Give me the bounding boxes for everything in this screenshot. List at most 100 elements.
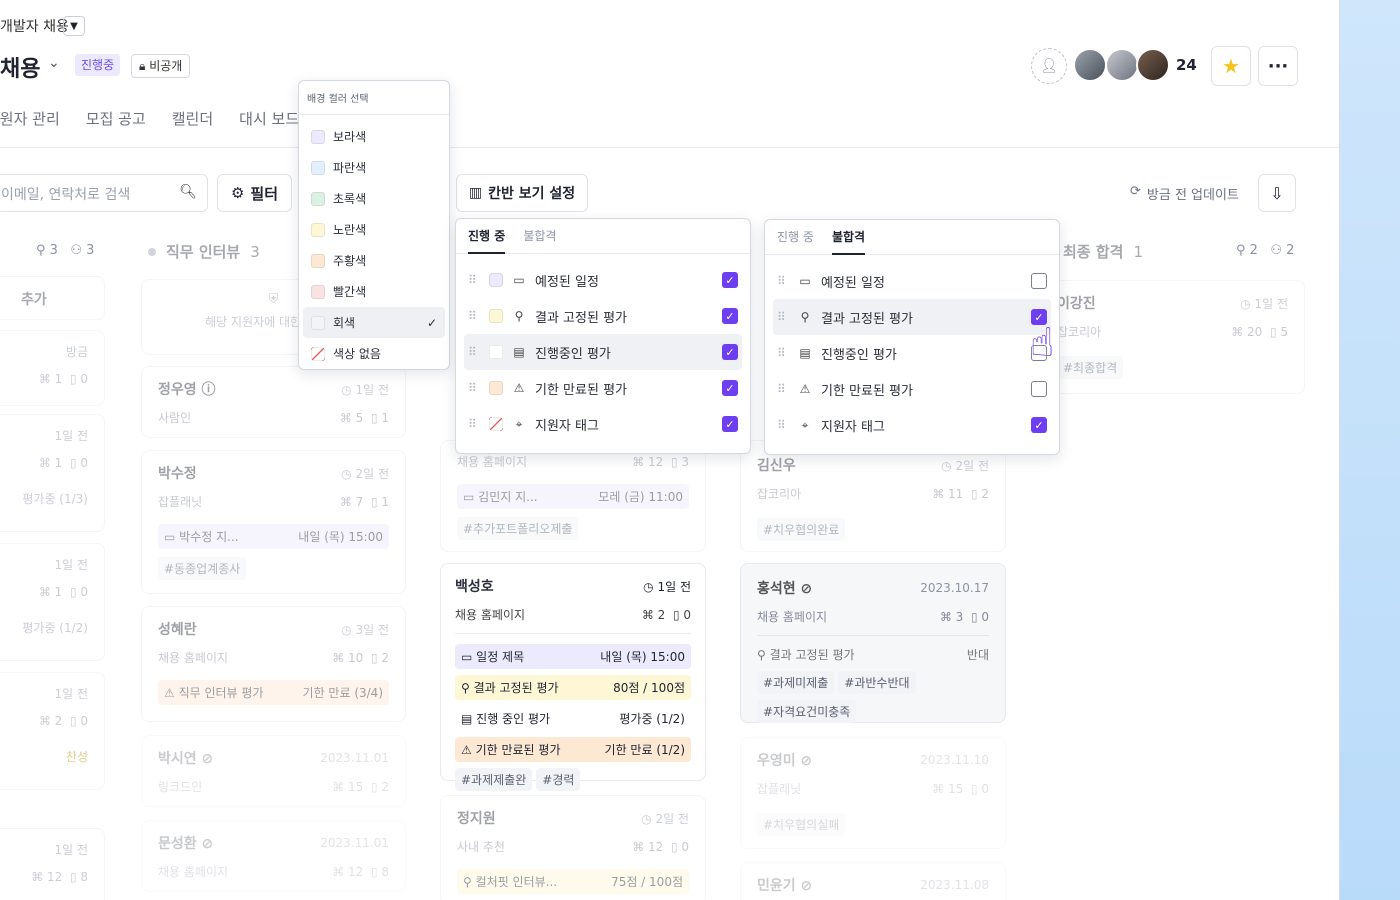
ongoing-eval-row[interactable]: ▤ 진행 중인 평가 평가중 (1/2) (455, 706, 691, 731)
applicant-card[interactable]: 박시연 ⊘ 2023.11.01 링크드인 ⌘ 15 ▯ 2 (141, 735, 406, 807)
app-window: 개발자 채용 ▼ 채용 ⌄ 진행중 🔒︎ 비공개 👤︎ 24 ★ ··· 지원자… (0, 0, 1340, 900)
column-count: 3 (250, 242, 260, 261)
lock-icon: 🔒︎ (139, 59, 146, 73)
column-header: 직무 인터뷰 3 (148, 241, 260, 262)
project-name: 개발자 채용 (0, 19, 69, 35)
add-applicant-button[interactable]: 추가 (0, 276, 105, 320)
color-picker-popup: 배경 컬러 선택 보라색 파란색 초록색 노란색 주황색 빨간색 회색 ✓ 색상 … (298, 80, 450, 370)
kanban-icon: ▥ (468, 185, 483, 201)
checkbox[interactable] (1031, 273, 1047, 289)
tab-applicants[interactable]: 지원자 관리 (0, 108, 60, 129)
fixed-eval-row[interactable]: ⚲ 결과 고정된 평가 80점 / 100점 (455, 675, 691, 700)
more-options-button[interactable]: ··· (1258, 46, 1298, 86)
applicant-card[interactable]: 1일 전 ⌘ 1 ▯ 0 평가중 (1/2) (0, 543, 105, 661)
applicant-card[interactable]: 1일 전 ⌘ 1 ▯ 0 평가중 (1/3) (0, 414, 105, 532)
tab-job-posting[interactable]: 모집 공고 (86, 108, 146, 129)
filter-button[interactable]: ⚙︎ 필터 (217, 174, 292, 212)
visibility-badge[interactable]: 🔒︎ 비공개 (131, 54, 191, 78)
chevron-down-icon[interactable]: ⌄ (48, 55, 60, 71)
popup-title: 배경 컬러 선택 (299, 81, 449, 115)
color-option-purple[interactable]: 보라색 (299, 121, 449, 152)
color-option-green[interactable]: 초록색 (299, 183, 449, 214)
update-status[interactable]: ⟳ 방금 전 업데이트 (1130, 184, 1239, 203)
checkbox[interactable] (1031, 381, 1047, 397)
divider (0, 147, 1339, 148)
kanban-settings-popup-rejected: 진행 중 불합격 ⠿ ▭ 예정된 일정 ⠿ ⚲ 결과 고정된 평가 ✓ ⠿ ▤ 진행중인 평가… (764, 219, 1060, 455)
color-option-red[interactable]: 빨간색 (299, 276, 449, 307)
search-icon: 🔍︎ (179, 184, 197, 200)
hand-cursor-icon: ☝ (1030, 320, 1055, 366)
kanban-settings-button[interactable]: ▥ 칸반 보기 설정 (456, 174, 588, 212)
download-button[interactable]: ⇩ (1258, 174, 1296, 212)
setting-row-fixed-eval[interactable]: ⠿ ⚲ 결과 고정된 평가 ✓ (456, 298, 750, 334)
applicant-card[interactable]: 성혜란 ◷ 3일 전 채용 홈페이지 ⌘ 10 ▯ 2 ⚠ 직무 인터뷰 평가 기한 … (141, 606, 406, 722)
tab-rejected[interactable]: 불합격 (523, 219, 556, 254)
applicant-card[interactable]: 홍석현 ⊘ 2023.10.17 채용 홈페이지 ⌘ 3 ▯ 0 ⚲ 결과 고정된 … (740, 563, 1006, 723)
caret-down-icon: ▼ (70, 20, 78, 32)
checkbox[interactable]: ✓ (722, 308, 738, 324)
applicant-card[interactable]: 1일 전 ⌘ 2 ▯ 0 찬성 (0, 672, 105, 790)
tab-dashboard[interactable]: 대시 보드 (239, 108, 299, 129)
setting-row-tags[interactable]: ⠿ ⌖ 지원자 태그 ✓ (765, 407, 1059, 443)
setting-row-expired-eval[interactable]: ⠿ ⚠ 기한 만료된 평가 ✓ (456, 370, 750, 406)
setting-row-ongoing-eval[interactable]: ⠿ ▤ 진행중인 평가 (765, 335, 1059, 371)
color-option-yellow[interactable]: 노란색 (299, 214, 449, 245)
column-header: 최종 합격 1 (1063, 241, 1143, 262)
checkbox[interactable]: ✓ (722, 272, 738, 288)
column-stats: ⚲ 3 ⚇ 3 (36, 243, 95, 258)
kanban-settings-popup-in-progress: 진행 중 불합격 ⠿ ▭ 예정된 일정 ✓ ⠿ ⚲ 결과 고정된 평가 ✓ ⠿ ▤ 진행중인 평… (455, 218, 751, 454)
member-count: 24 (1176, 56, 1197, 74)
side-panel (1340, 0, 1400, 900)
schedule-row[interactable]: ▭ 일정 제목 내일 (목) 15:00 (455, 644, 691, 669)
avatar[interactable] (1136, 48, 1170, 82)
visibility-label: 비공개 (149, 59, 183, 73)
add-person-icon: 👤︎ (1040, 58, 1058, 74)
checkbox[interactable]: ✓ (722, 344, 738, 360)
applicant-card[interactable]: 채용 홈페이지 ⌘ 12 ▯ 3 ▭ 김민지 지... 모레 (금) 11:00 #… (440, 440, 706, 552)
applicant-card[interactable]: 문성환 ⊘ 2023.11.01 채용 홈페이지 ⌘ 12 ▯ 8 (141, 820, 406, 892)
applicant-card[interactable]: 정지원 ◷ 2일 전 사내 추천 ⌘ 12 ▯ 0 ⚲ 컬처핏 인터뷰... 75점 … (440, 795, 706, 900)
color-option-none[interactable]: 색상 없음 (299, 338, 449, 369)
page-title: 채용 (0, 57, 41, 82)
setting-row-scheduled[interactable]: ⠿ ▭ 예정된 일정 ✓ (456, 262, 750, 298)
applicant-card[interactable]: 이강진 ◷ 1일 전 잡코리아 ⌘ 20 ▯ 5 #최종합격 (1040, 280, 1305, 394)
applicant-card[interactable]: 정우영 ⓘ ◷ 1일 전 사람인 ⌘ 5 ▯ 1 (141, 366, 406, 438)
setting-row-fixed-eval[interactable]: ⠿ ⚲ 결과 고정된 평가 ✓ (773, 299, 1051, 335)
applicant-card[interactable]: 1일 전 ⌘ 12 ▯ 8 (0, 828, 105, 900)
color-option-gray[interactable]: 회색 ✓ (303, 307, 445, 338)
status-badge: 진행중 (75, 54, 121, 76)
checkbox[interactable]: ✓ (722, 416, 738, 432)
avatar[interactable] (1073, 48, 1107, 82)
avatar[interactable] (1105, 48, 1139, 82)
applicant-card[interactable]: 백성호 ◷ 1일 전 채용 홈페이지 ⌘ 2 ▯ 0 ▭ 일정 제목 내일 (목) 1… (440, 563, 706, 791)
applicant-card[interactable]: 방금 ⌘ 1 ▯ 0 (0, 330, 105, 406)
search-input[interactable]: 이메일, 연락처로 검색 🔍︎ (0, 174, 208, 212)
applicant-card[interactable]: 김신우 ◷ 2일 전 잡코리아 ⌘ 11 ▯ 2 #치우협의완료 (740, 440, 1006, 552)
applicant-card[interactable]: 박수정 ◷ 2일 전 잡플래닛 ⌘ 7 ▯ 1 ▭ 박수정 지... 내일 (목) 1… (141, 450, 406, 594)
column-title: 최종 합격 (1063, 243, 1124, 261)
column-count: 1 (1133, 242, 1143, 261)
checkbox[interactable]: ✓ (722, 380, 738, 396)
applicant-card[interactable]: 우영미 ⊘ 2023.11.10 잡플래닛 ⌘ 15 ▯ 0 #치우협의실패 (740, 737, 1006, 849)
project-dropdown-button[interactable]: ▼ (63, 16, 85, 36)
refresh-icon: ⟳ (1130, 184, 1141, 199)
favorite-button[interactable]: ★ (1211, 46, 1251, 86)
setting-row-ongoing-eval[interactable]: ⠿ ▤ 진행중인 평가 ✓ (464, 334, 742, 370)
invite-member-button[interactable]: 👤︎ (1031, 48, 1067, 84)
tab-in-progress[interactable]: 진행 중 (777, 220, 814, 255)
tab-calendar[interactable]: 캘린더 (172, 108, 213, 129)
main-tabs: 지원자 관리 모집 공고 캘린더 대시 보드 (0, 108, 299, 129)
expired-eval-row[interactable]: ⚠ 기한 만료된 평가 기한 만료 (1/2) (455, 737, 691, 762)
color-option-blue[interactable]: 파란색 (299, 152, 449, 183)
tab-in-progress[interactable]: 진행 중 (468, 219, 506, 254)
setting-row-tags[interactable]: ⠿ ⌖ 지원자 태그 ✓ (456, 406, 750, 442)
star-icon: ★ (1222, 54, 1240, 78)
setting-row-expired-eval[interactable]: ⠿ ⚠ 기한 만료된 평가 (765, 371, 1059, 407)
checkbox[interactable]: ✓ (1031, 417, 1047, 433)
tab-rejected[interactable]: 불합격 (831, 220, 866, 255)
applicant-card[interactable]: 민윤기 ⊘ 2023.11.08 (740, 862, 1006, 900)
filter-label: 필터 (250, 184, 279, 203)
more-icon: ··· (1267, 55, 1289, 77)
setting-row-scheduled[interactable]: ⠿ ▭ 예정된 일정 (765, 263, 1059, 299)
color-option-orange[interactable]: 주황색 (299, 245, 449, 276)
